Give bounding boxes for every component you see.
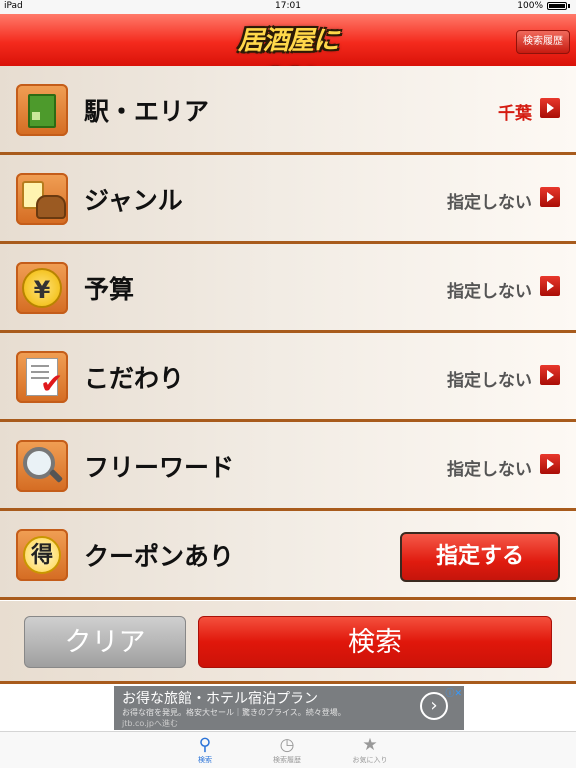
tab-history[interactable]: ◷ 検索履歴 [257, 735, 317, 765]
row-free-word[interactable]: フリーワード 指定しない [0, 422, 576, 511]
row-label: 駅・エリア [84, 97, 210, 126]
tab-label: お気に入り [352, 756, 388, 764]
status-right: 100% [517, 1, 570, 11]
row-coupon: 得 クーポンあり 指定する [0, 511, 576, 600]
tab-favorites[interactable]: ★ お気に入り [340, 735, 400, 765]
row-value: 指定しない [447, 193, 532, 213]
app-header: 居酒屋にGO! 検索履歴 [0, 14, 576, 94]
app-logo: 居酒屋にGO! [237, 26, 339, 94]
row-value: 指定しない [447, 282, 532, 302]
row-label: こだわり [84, 364, 185, 393]
search-history-button[interactable]: 検索履歴 [516, 30, 570, 54]
battery-icon [547, 2, 567, 10]
row-label: 予算 [84, 275, 135, 304]
chevron-right-icon[interactable] [540, 98, 560, 118]
search-conditions-list: 駅・エリア 千葉 ジャンル 指定しない ¥ 予算 指定しない ✔ こだわり 指定… [0, 66, 576, 600]
star-tab-icon: ★ [362, 735, 378, 755]
action-bar: クリア 検索 [0, 601, 576, 684]
checklist-icon: ✔ [16, 351, 68, 403]
search-tab-icon: ⚲ [198, 735, 212, 755]
ad-banner[interactable]: お得な旅館・ホテル宿泊プラン お得な宿を発見。格安大セール｜驚きのプライス。続々… [114, 686, 464, 730]
battery-percent: 100% [517, 1, 543, 11]
yen-icon: ¥ [16, 262, 68, 314]
row-label: クーポンあり [84, 542, 235, 571]
row-preferences[interactable]: ✔ こだわり 指定しない [0, 333, 576, 422]
row-station-area[interactable]: 駅・エリア 千葉 [0, 66, 576, 155]
row-value: 指定しない [447, 460, 532, 480]
row-genre[interactable]: ジャンル 指定しない [0, 155, 576, 244]
tab-label: 検索 [198, 756, 212, 764]
search-button[interactable]: 検索 [198, 616, 552, 668]
ad-info-icon[interactable]: ⓘ✕ [445, 686, 462, 699]
beer-burger-icon [16, 173, 68, 225]
history-tab-icon: ◷ [279, 735, 295, 755]
tab-label: 検索履歴 [273, 756, 301, 764]
coupon-specify-button[interactable]: 指定する [400, 532, 560, 582]
row-label: フリーワード [84, 453, 235, 482]
row-value: 指定しない [447, 371, 532, 391]
chevron-right-icon[interactable] [540, 276, 560, 296]
ad-text: お得な宿を発見。格安大セール｜驚きのプライス。続々登場。 [122, 708, 346, 717]
map-icon [16, 84, 68, 136]
chevron-right-circle-icon[interactable]: › [420, 692, 448, 720]
status-time: 17:01 [275, 1, 301, 11]
magnifier-icon [16, 440, 68, 492]
status-bar: iPad 17:01 100% [0, 0, 576, 14]
row-value: 千葉 [498, 104, 532, 124]
chevron-right-icon[interactable] [540, 187, 560, 207]
chevron-right-icon[interactable] [540, 365, 560, 385]
tab-search[interactable]: ⚲ 検索 [175, 735, 235, 765]
chevron-right-icon[interactable] [540, 454, 560, 474]
clear-button[interactable]: クリア [24, 616, 186, 668]
row-label: ジャンル [84, 186, 183, 215]
coupon-icon: 得 [16, 529, 68, 581]
ad-url: jtb.co.jpへ進む [122, 719, 178, 728]
row-budget[interactable]: ¥ 予算 指定しない [0, 244, 576, 333]
tab-bar: ⚲ 検索 ◷ 検索履歴 ★ お気に入り [0, 731, 576, 768]
ad-title: お得な旅館・ホテル宿泊プラン [122, 691, 318, 707]
